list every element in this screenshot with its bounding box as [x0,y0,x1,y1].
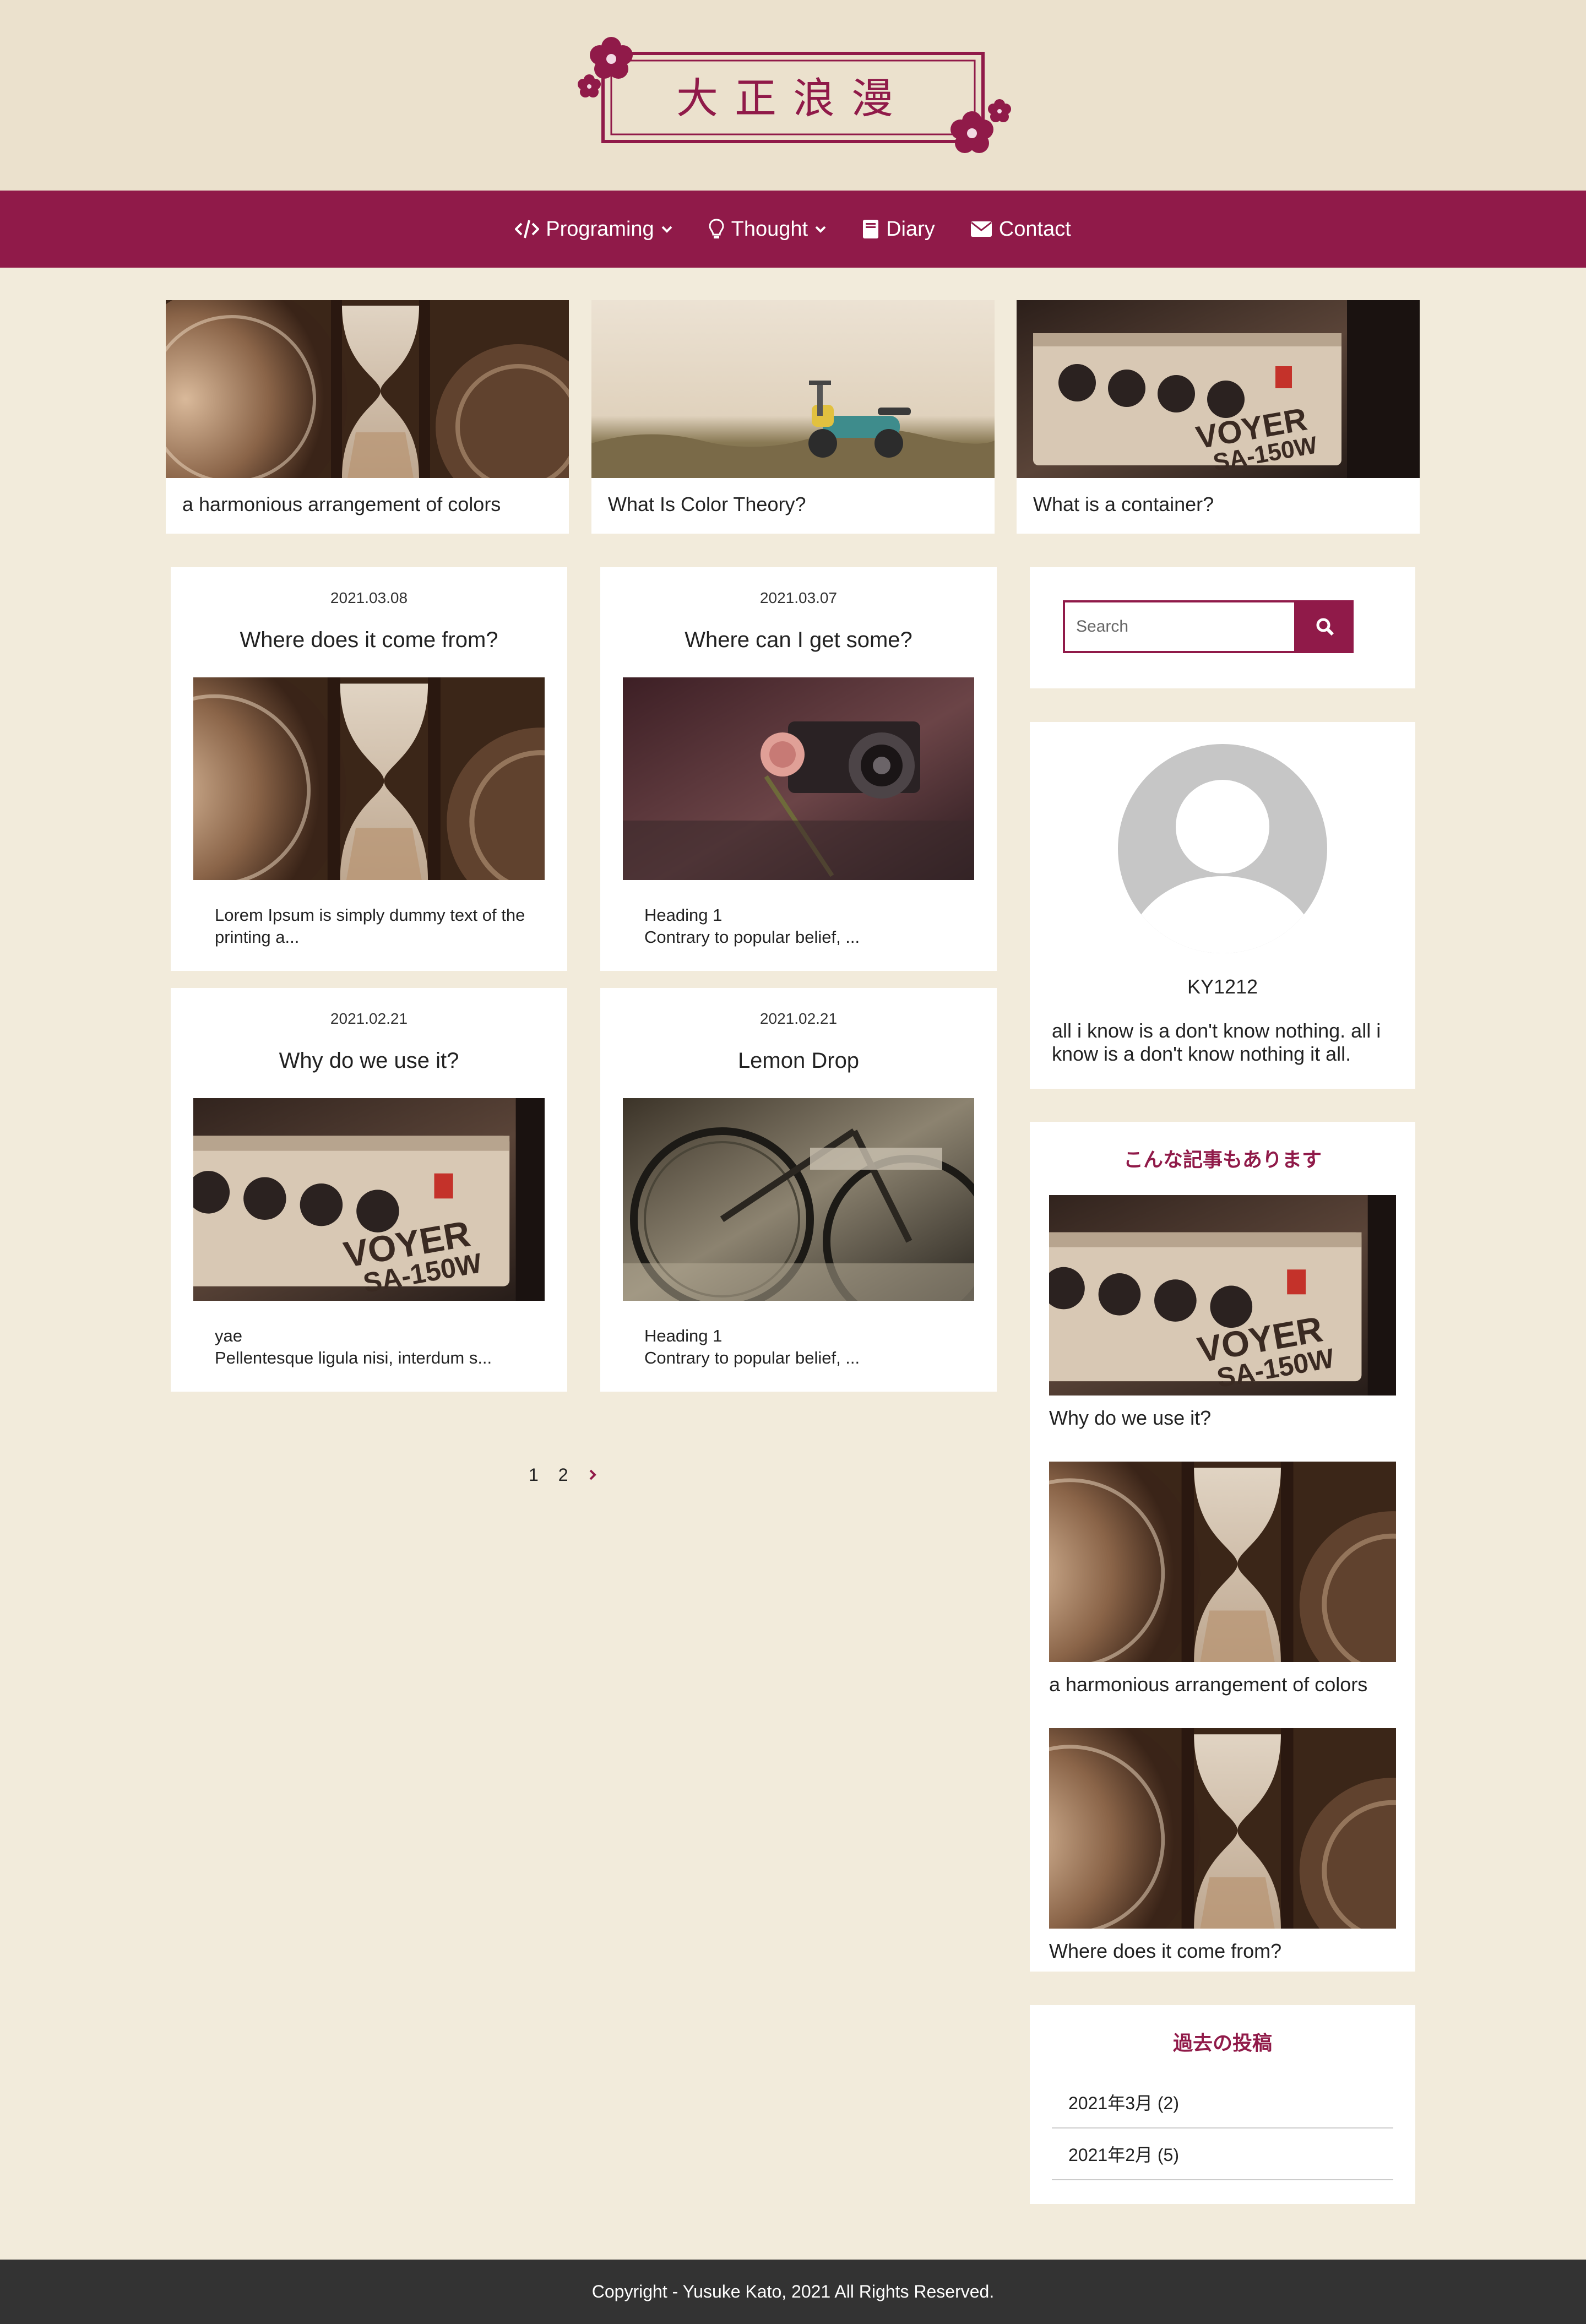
plum-blossom-logo-icon: 大正浪漫 [578,37,1011,153]
code-icon [515,220,540,238]
amplifier-photo-icon [1017,300,1420,478]
related-thumbnail [1049,1728,1396,1929]
featured-title: What is a container? [1033,493,1214,515]
featured-title: What Is Color Theory? [608,493,806,515]
post-title[interactable]: Why do we use it? [171,1049,567,1073]
post-excerpt: yae Pellentesque ligula nisi, interdum s… [215,1326,492,1367]
post-thumbnail[interactable] [623,677,974,880]
post-excerpt: Lorem Ipsum is simply dummy text of the … [215,905,525,947]
search-form [1063,600,1355,653]
bicycle-photo-icon [623,1098,974,1301]
lightbulb-icon [709,219,724,238]
related-title: Why do we use it? [1049,1407,1212,1429]
featured-image [166,300,569,478]
hourglass-photo-icon [166,300,569,478]
main-nav: Programing Thought Diary Contact [0,191,1586,268]
post-title[interactable]: Where does it come from? [171,628,567,653]
related-title: Where does it come from? [1049,1940,1282,1962]
post-excerpt: Heading 1 Contrary to popular belief, ..… [644,1326,860,1367]
featured-image [591,300,995,478]
site-footer: Copyright - Yusuke Kato, 2021 All Rights… [0,2260,1586,2324]
post-excerpt: Heading 1 Contrary to popular belief, ..… [644,905,860,947]
chevron-down-icon [661,226,672,233]
hourglass-photo-icon [1049,1462,1396,1662]
post-card[interactable]: 2021.02.21 Why do we use it? yae Pellent… [171,988,567,1392]
scooter-photo-icon [591,300,995,478]
post-date: 2021.02.21 [759,1010,838,1027]
post-title[interactable]: Lemon Drop [600,1049,997,1073]
nav-item-diary[interactable]: Diary [862,218,935,241]
nav-item-contact[interactable]: Contact [970,218,1071,241]
post-thumbnail[interactable] [193,677,545,880]
chevron-right-icon [589,1469,596,1480]
next-page-button[interactable] [588,1465,597,1485]
archive-list: 2021年3月 (2) 2021年2月 (5) [1052,2077,1393,2180]
nav-label-programing: Programing [546,217,654,241]
book-icon [863,220,879,238]
post-thumbnail[interactable] [623,1098,974,1301]
post-card[interactable]: 2021.03.08 Where does it come from? Lore… [171,567,567,971]
archive-link[interactable]: 2021年2月 (5) [1052,2128,1393,2180]
post-date: 2021.03.08 [330,589,408,606]
pagination: 1 2 [529,1465,597,1485]
related-thumbnail [1049,1195,1396,1396]
chevron-down-icon [815,226,826,233]
archive-widget: 過去の投稿 2021年3月 (2) 2021年2月 (5) [1030,2005,1415,2204]
search-icon [1316,618,1334,636]
profile-name: KY1212 [1187,975,1258,998]
hourglass-photo-icon [193,677,545,880]
hourglass-photo-icon [1049,1728,1396,1929]
related-item[interactable]: Why do we use it? [1049,1195,1396,1430]
logo-text: 大正浪漫 [676,74,910,123]
related-item[interactable]: Where does it come from? [1049,1728,1396,1963]
post-thumbnail[interactable] [193,1098,545,1301]
featured-card[interactable]: What is a container? [1017,300,1420,534]
post-date: 2021.02.21 [330,1010,408,1027]
nav-item-programing[interactable]: Programing [515,218,672,241]
nav-label-diary: Diary [886,217,935,241]
nav-label-thought: Thought [731,217,808,241]
featured-title: a harmonious arrangement of colors [182,493,501,515]
copyright-text: Copyright - Yusuke Kato, 2021 All Rights… [591,2282,995,2301]
search-input[interactable] [1063,600,1296,653]
site-logo[interactable]: 大正浪漫 [573,34,1013,161]
archive-heading: 過去の投稿 [1172,2032,1272,2054]
post-card[interactable]: 2021.03.07 Where can I get some? Heading… [600,567,997,971]
search-button[interactable] [1296,600,1354,653]
post-card[interactable]: 2021.02.21 Lemon Drop Heading 1 Contrary… [600,988,997,1392]
search-widget [1030,567,1415,688]
page-link-1[interactable]: 1 [529,1465,539,1485]
camera-rose-photo-icon [623,677,974,880]
related-item[interactable]: a harmonious arrangement of colors [1049,1462,1396,1696]
amplifier-photo-icon [193,1098,545,1301]
featured-card[interactable]: a harmonious arrangement of colors [166,300,569,534]
archive-link[interactable]: 2021年3月 (2) [1052,2077,1393,2128]
related-posts-widget: こんな記事もあります Why do we use it? a harmoniou… [1030,1122,1415,1972]
related-heading: こんな記事もあります [1123,1148,1322,1171]
page-link-2[interactable]: 2 [558,1465,568,1485]
related-title: a harmonious arrangement of colors [1049,1673,1368,1696]
post-date: 2021.03.07 [759,589,838,606]
profile-widget: KY1212 all i know is a don't know nothin… [1030,722,1415,1089]
avatar [1118,744,1327,953]
nav-label-contact: Contact [998,217,1071,241]
related-thumbnail [1049,1462,1396,1662]
nav-item-thought[interactable]: Thought [708,218,827,241]
amplifier-photo-icon [1049,1195,1396,1396]
featured-image [1017,300,1420,478]
site-header: 大正浪漫 [0,0,1586,191]
envelope-icon [970,221,992,237]
profile-bio: all i know is a don't know nothing. all … [1052,1019,1381,1065]
user-avatar-icon [1118,744,1327,953]
featured-card[interactable]: What Is Color Theory? [591,300,995,534]
post-title[interactable]: Where can I get some? [600,628,997,653]
